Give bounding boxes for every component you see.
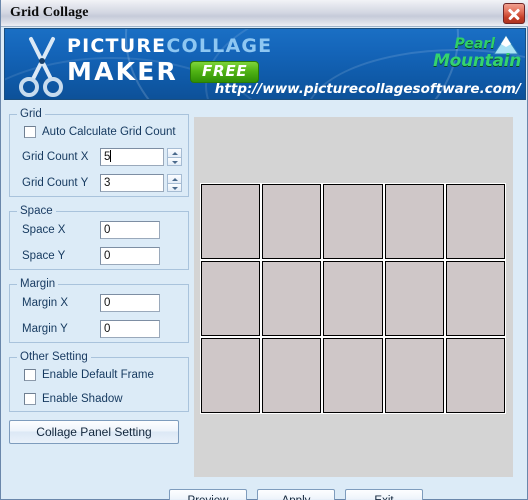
grid-count-x-label: Grid Count X xyxy=(22,151,89,163)
auto-calculate-grid-count-label: Auto Calculate Grid Count xyxy=(42,126,176,138)
space-x-label: Space X xyxy=(22,224,66,236)
grid-collage-dialog: Grid Collage PICTURECOLLAGE MAKER FREE P… xyxy=(0,0,528,500)
space-group-legend: Space xyxy=(20,205,53,217)
preview-grid-cell[interactable] xyxy=(384,184,444,259)
preview-grid-cell[interactable] xyxy=(445,338,505,413)
free-badge: FREE xyxy=(189,60,260,83)
close-icon[interactable] xyxy=(503,3,525,24)
exit-button[interactable]: Exit xyxy=(345,489,423,500)
margin-group-legend: Margin xyxy=(20,278,56,290)
preview-grid-cell[interactable] xyxy=(384,338,444,413)
preview-grid-cell[interactable] xyxy=(445,184,505,259)
auto-calculate-grid-count-checkbox[interactable] xyxy=(24,126,36,138)
logo-line-one: PICTURECOLLAGE xyxy=(67,37,272,56)
preview-grid-cell[interactable] xyxy=(323,338,383,413)
grid-count-y-input[interactable]: 3 xyxy=(100,174,164,192)
margin-x-input[interactable]: 0 xyxy=(100,294,160,312)
margin-x-label: Margin X xyxy=(22,297,69,309)
grid-count-y-increment-icon[interactable] xyxy=(167,174,182,184)
grid-count-x-input[interactable]: 5 xyxy=(100,148,164,166)
margin-y-row: Margin Y 0 xyxy=(10,316,188,342)
preview-grid-cell[interactable] xyxy=(384,261,444,336)
logo-word-collage: COLLAGE xyxy=(166,35,273,57)
enable-default-frame-checkbox[interactable] xyxy=(24,369,36,381)
grid-count-x-stepper[interactable] xyxy=(167,148,182,166)
pearl-mountain-logo: Pearl Mountain xyxy=(433,33,521,77)
margin-y-input[interactable]: 0 xyxy=(100,320,160,338)
preview-grid-cell[interactable] xyxy=(201,338,261,413)
application-window: Grid Collage PICTURECOLLAGE MAKER FREE P… xyxy=(0,0,528,500)
preview-grid xyxy=(200,183,506,414)
preview-grid-cell[interactable] xyxy=(262,261,322,336)
preview-grid-cell[interactable] xyxy=(445,261,505,336)
grid-count-x-decrement-icon[interactable] xyxy=(167,157,182,166)
title-bar: Grid Collage xyxy=(1,0,528,27)
preview-grid-cell[interactable] xyxy=(201,184,261,259)
enable-shadow-row[interactable]: Enable Shadow xyxy=(10,387,188,411)
settings-panel: Grid Auto Calculate Grid Count Grid Coun… xyxy=(9,108,189,444)
pearl-text: Pearl xyxy=(454,36,495,52)
dialog-button-bar: Preview Apply Exit xyxy=(1,481,527,500)
space-x-input[interactable]: 0 xyxy=(100,221,160,239)
mountain-text: Mountain xyxy=(433,51,521,71)
grid-count-y-row: Grid Count Y 3 xyxy=(10,170,188,196)
space-group: Space Space X 0 Space Y 0 xyxy=(9,205,189,270)
preview-grid-cell[interactable] xyxy=(262,338,322,413)
preview-button[interactable]: Preview xyxy=(169,489,247,500)
space-y-row: Space Y 0 xyxy=(10,243,188,269)
collage-panel-setting-button[interactable]: Collage Panel Setting xyxy=(9,420,179,444)
enable-shadow-label: Enable Shadow xyxy=(42,393,123,405)
grid-group: Grid Auto Calculate Grid Count Grid Coun… xyxy=(9,108,189,197)
space-x-row: Space X 0 xyxy=(10,217,188,243)
margin-x-row: Margin X 0 xyxy=(10,290,188,316)
product-banner: PICTURECOLLAGE MAKER FREE Pearl Mountain… xyxy=(4,28,526,100)
other-setting-group: Other Setting Enable Default Frame Enabl… xyxy=(9,351,189,412)
logo-word-picture: PICTURE xyxy=(67,35,167,57)
space-y-label: Space Y xyxy=(22,250,66,262)
product-logo: PICTURECOLLAGE MAKER FREE xyxy=(67,37,272,86)
other-setting-legend: Other Setting xyxy=(20,351,88,363)
website-url[interactable]: http://www.picturecollagesoftware.com/ xyxy=(215,81,521,97)
enable-default-frame-row[interactable]: Enable Default Frame xyxy=(10,363,188,387)
scissors-icon xyxy=(19,37,63,97)
auto-calculate-grid-count-row[interactable]: Auto Calculate Grid Count xyxy=(10,120,188,144)
preview-grid-cell[interactable] xyxy=(323,261,383,336)
grid-count-y-label: Grid Count Y xyxy=(22,177,89,189)
grid-count-y-decrement-icon[interactable] xyxy=(167,183,182,192)
margin-y-label: Margin Y xyxy=(22,323,68,335)
preview-grid-cell[interactable] xyxy=(262,184,322,259)
grid-count-x-increment-icon[interactable] xyxy=(167,148,182,158)
enable-shadow-checkbox[interactable] xyxy=(24,393,36,405)
apply-button[interactable]: Apply xyxy=(257,489,335,500)
window-title: Grid Collage xyxy=(10,5,89,20)
grid-group-legend: Grid xyxy=(20,108,42,120)
text-caret xyxy=(110,150,112,162)
margin-group: Margin Margin X 0 Margin Y 0 xyxy=(9,278,189,343)
logo-word-maker: MAKER xyxy=(67,57,178,86)
grid-count-x-row: Grid Count X 5 xyxy=(10,144,188,170)
collage-preview[interactable] xyxy=(194,117,513,477)
preview-grid-cell[interactable] xyxy=(323,184,383,259)
preview-grid-cell[interactable] xyxy=(201,261,261,336)
enable-default-frame-label: Enable Default Frame xyxy=(42,369,154,381)
space-y-input[interactable]: 0 xyxy=(100,247,160,265)
grid-count-y-stepper[interactable] xyxy=(167,174,182,192)
